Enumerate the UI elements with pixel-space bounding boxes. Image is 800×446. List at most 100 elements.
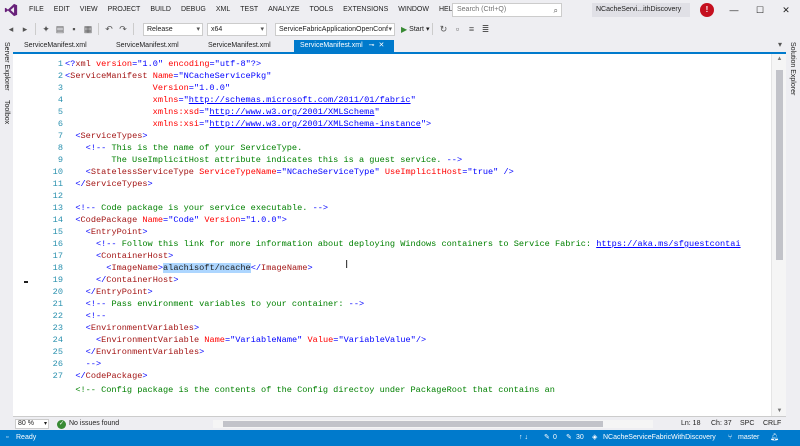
menu-test[interactable]: TEST	[235, 0, 263, 20]
code-line[interactable]: <EnvironmentVariables>	[65, 322, 200, 334]
menu-file[interactable]: FILE	[24, 0, 49, 20]
code-line[interactable]: </EnvironmentVariables>	[65, 346, 205, 358]
menu-analyze[interactable]: ANALYZE	[263, 0, 304, 20]
code-line[interactable]: <ServiceManifest Name="NCacheServicePkg"	[65, 70, 271, 82]
code-token-attr: Name	[152, 71, 174, 81]
code-line[interactable]: <ContainerHost>	[65, 250, 173, 262]
code-line[interactable]: <!-- Code package is your service execut…	[65, 202, 328, 214]
menu-view[interactable]: VIEW	[75, 0, 103, 20]
solution-indicator[interactable]: NCacheServiceFabricWithDiscovery	[603, 430, 716, 446]
issues-indicator[interactable]: ✓ No issues found	[57, 419, 119, 429]
menu-window[interactable]: WINDOW	[393, 0, 434, 20]
quick-launch-input[interactable]: Search (Ctrl+Q) ⌕	[452, 3, 562, 17]
visual-studio-logo-icon[interactable]	[4, 3, 18, 17]
tab-service-manifest-1[interactable]: ServiceManifest.xml	[18, 40, 110, 52]
code-line[interactable]: <CodePackage Name="Code" Version="1.0.0"…	[65, 214, 287, 226]
code-editor[interactable]: 1 2 3 4 5 6 7 8 9 10 11 12 13 14 15 16 17 18 19 20 21 22 23 24 2…	[13, 54, 786, 416]
status-bar: ▫ Ready ↑ ↓ ✎ 0 ✎ 30 ◈ NCacheServiceFabr…	[0, 430, 800, 446]
code-line[interactable]: <EntryPoint>	[65, 226, 148, 238]
code-line[interactable]: <ImageName>alachisoft/ncache</ImageName>	[65, 262, 313, 274]
scroll-down-icon[interactable]: ▼	[772, 408, 786, 414]
whitespace-mode[interactable]: SPC	[740, 419, 754, 429]
code-line[interactable]: <!-- Pass environment variables to your …	[65, 298, 365, 310]
code-token-br: "	[266, 71, 272, 81]
solution-explorer-tab[interactable]: Solution Explorer	[789, 42, 796, 95]
play-icon: ▶	[401, 24, 408, 34]
startup-project-select[interactable]: ServiceFabricApplicationOpenConf	[275, 22, 395, 36]
menu-project[interactable]: PROJECT	[103, 0, 146, 20]
code-line[interactable]: <!--	[65, 310, 107, 322]
comment-icon[interactable]: ≡	[464, 24, 478, 34]
code-token-link[interactable]: http://www.w3.org/2001/XMLSchema	[209, 107, 374, 117]
minimize-icon[interactable]: —	[722, 0, 746, 20]
menu-build[interactable]: BUILD	[145, 0, 176, 20]
line-ending-mode[interactable]: CRLF	[763, 419, 781, 429]
code-line[interactable]: The UseImplicitHost attribute indicates …	[65, 154, 462, 166]
code-area[interactable]: <?xml version="1.0" encoding="utf-8"?> <S…	[65, 54, 771, 416]
code-line[interactable]: <!-- Follow this link for more informati…	[65, 238, 741, 250]
vertical-scroll-thumb[interactable]	[776, 70, 783, 260]
notifications-icon[interactable]: 🔔︎	[770, 430, 779, 446]
open-file-icon[interactable]: ▤	[53, 24, 67, 35]
code-line[interactable]: <?xml version="1.0" encoding="utf-8"?>	[65, 58, 261, 70]
code-token-tag: EntryPoint	[95, 287, 148, 297]
branch-indicator[interactable]: master	[738, 430, 759, 446]
maximize-icon[interactable]: ☐	[748, 0, 772, 20]
close-icon[interactable]: ✕	[774, 0, 798, 20]
code-line[interactable]: <StatelessServiceType ServiceTypeName="N…	[65, 166, 514, 178]
save-icon[interactable]: ▪	[67, 24, 81, 34]
code-line[interactable]: </ContainerHost>	[65, 274, 179, 286]
menu-debug[interactable]: DEBUG	[176, 0, 211, 20]
tab-service-manifest-active[interactable]: ServiceManifest.xml ⊸ ✕	[294, 40, 394, 52]
pin-icon[interactable]: ⊸	[369, 42, 375, 49]
horizontal-scroll-thumb[interactable]	[223, 421, 603, 427]
code-token-link[interactable]: http://www.w3.org/2001/XMLSchema-instanc…	[209, 119, 420, 129]
code-line-partial[interactable]: <!-- Config package is the contents of t…	[65, 384, 555, 396]
code-line[interactable]: Version="1.0.0"	[65, 82, 230, 94]
hot-reload-icon[interactable]: ↻	[436, 24, 450, 35]
zoom-select[interactable]: 80 %	[15, 419, 49, 429]
code-line[interactable]: <!-- This is the name of your ServiceTyp…	[65, 142, 303, 154]
code-line[interactable]: </EntryPoint>	[65, 286, 153, 298]
toolbox-tab[interactable]: Toolbox	[3, 100, 10, 124]
save-all-icon[interactable]: ▦	[81, 24, 95, 35]
horizontal-scrollbar[interactable]	[213, 420, 653, 428]
menu-xml[interactable]: XML	[211, 0, 235, 20]
errors-count[interactable]: 0	[553, 430, 557, 446]
code-line[interactable]: xmlns:xsi="http://www.w3.org/2001/XMLSch…	[65, 118, 432, 130]
account-avatar[interactable]: !	[700, 3, 714, 17]
code-token-tag: CodePackage	[80, 215, 138, 225]
scroll-up-icon[interactable]: ▲	[772, 56, 786, 62]
back-icon[interactable]: ◂	[4, 24, 18, 35]
code-line[interactable]: </CodePackage>	[65, 370, 147, 382]
code-token-link[interactable]: https://aka.ms/sfguestcontai	[596, 239, 740, 249]
platform-select[interactable]: x64	[207, 22, 267, 36]
uncomment-icon[interactable]: ≣	[478, 24, 492, 35]
close-tab-icon[interactable]: ✕	[379, 42, 385, 49]
tab-overflow-icon[interactable]: ▾	[778, 40, 782, 49]
redo-icon[interactable]: ↷	[116, 24, 130, 35]
tab-service-manifest-2[interactable]: ServiceManifest.xml	[110, 40, 202, 52]
server-explorer-tab[interactable]: Server Explorer	[3, 42, 10, 91]
code-line[interactable]: xmlns:xsd="http://www.w3.org/2001/XMLSch…	[65, 106, 380, 118]
tab-service-manifest-3[interactable]: ServiceManifest.xml	[202, 40, 294, 52]
code-line[interactable]: <ServiceTypes>	[65, 130, 147, 142]
code-token-link[interactable]: http://schemas.microsoft.com/2011/01/fab…	[189, 95, 411, 105]
configuration-select[interactable]: Release	[143, 22, 203, 36]
forward-icon[interactable]: ▸	[18, 24, 32, 35]
new-project-icon[interactable]: ✦	[39, 24, 53, 35]
start-button[interactable]: ▶ Start ▾	[401, 25, 429, 34]
undo-icon[interactable]: ↶	[102, 24, 116, 35]
code-line[interactable]: </ServiceTypes>	[65, 178, 152, 190]
code-line[interactable]: <EnvironmentVariable Name="VariableName"…	[65, 334, 426, 346]
code-line[interactable]: -->	[65, 358, 101, 370]
menu-extensions[interactable]: EXTENSIONS	[338, 0, 393, 20]
menu-tools[interactable]: TOOLS	[305, 0, 339, 20]
menu-edit[interactable]: EDIT	[49, 0, 75, 20]
status-ready: Ready	[16, 434, 37, 441]
code-line[interactable]: xmlns="http://schemas.microsoft.com/2011…	[65, 94, 416, 106]
vertical-scrollbar[interactable]: ▲ ▼	[771, 54, 786, 416]
arrows-indicator[interactable]: ↑ ↓	[519, 430, 528, 446]
toolbar-extra-icon[interactable]: ▫	[450, 24, 464, 34]
changes-count[interactable]: 30	[576, 430, 584, 446]
